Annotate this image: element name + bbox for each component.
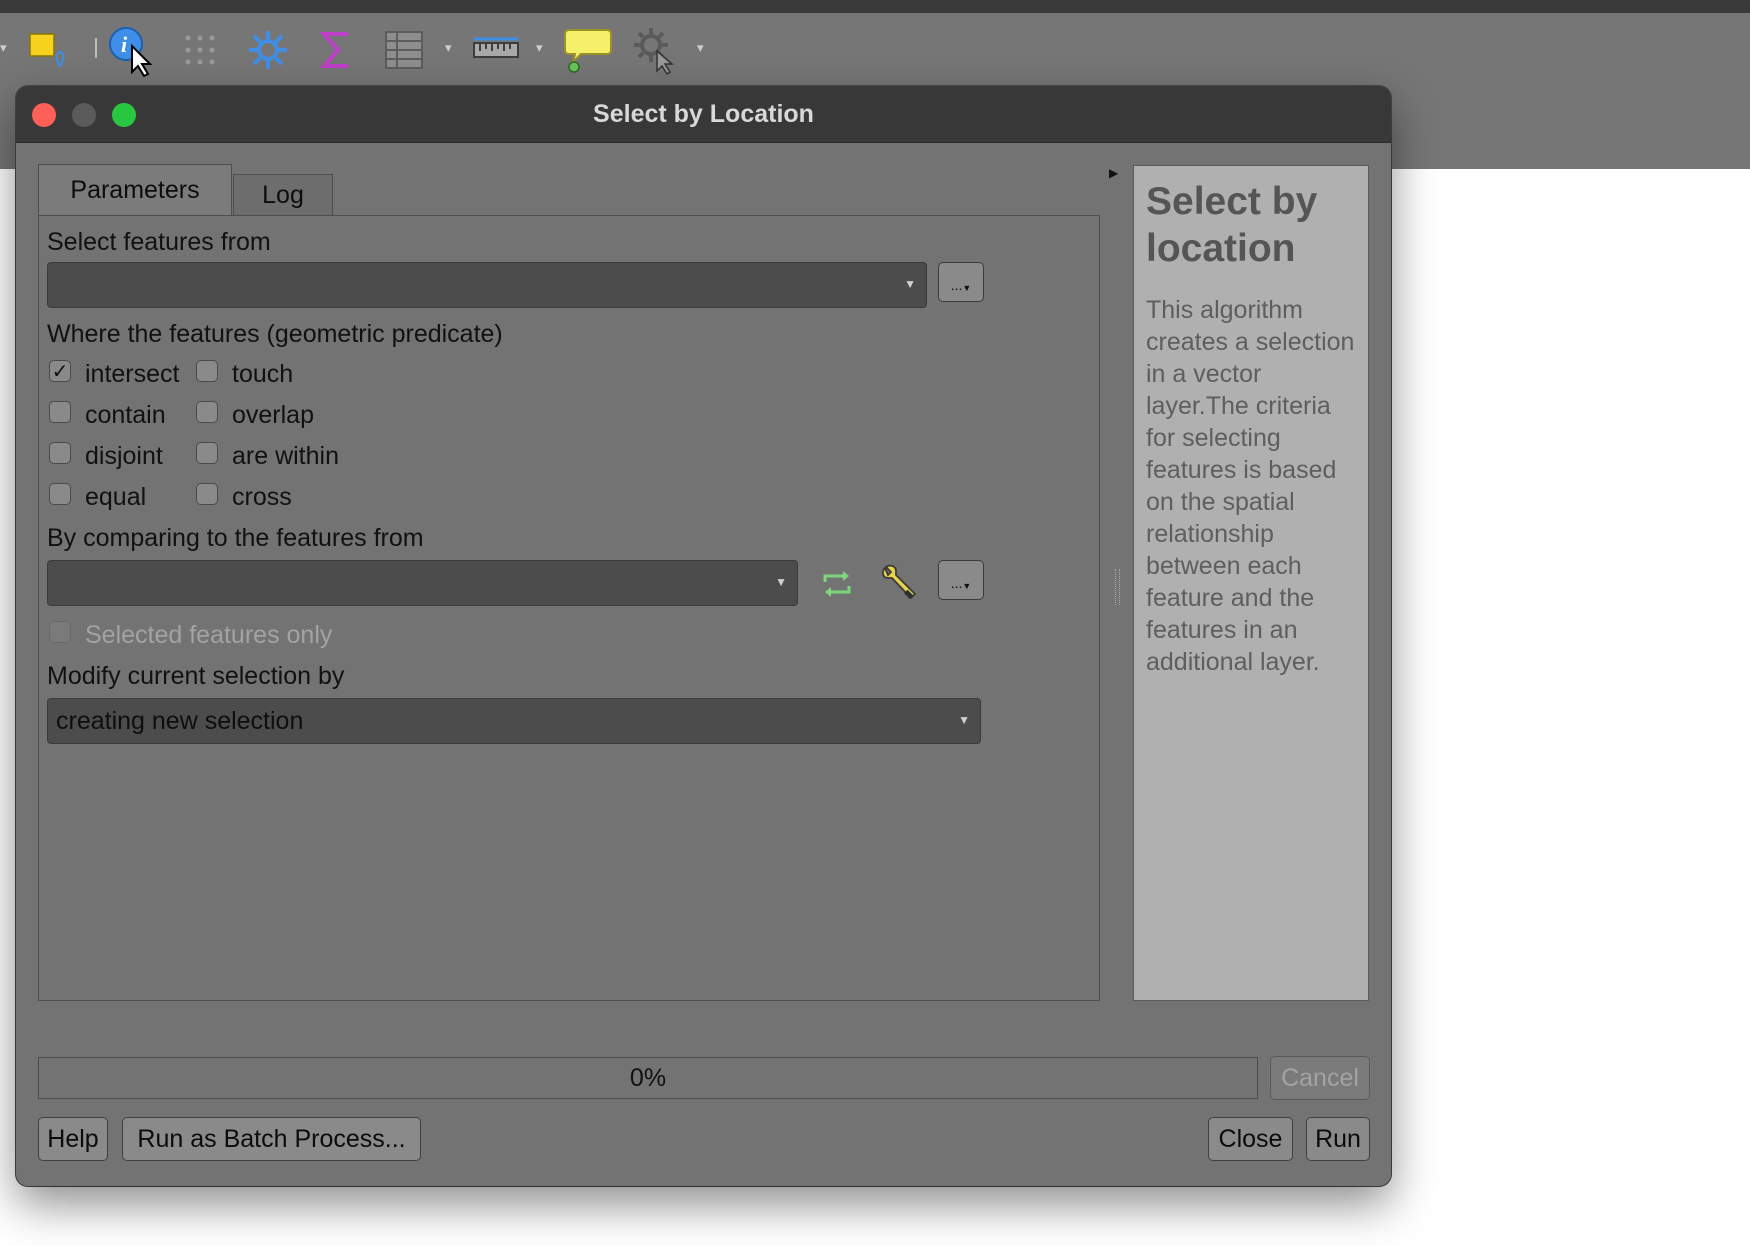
run-button[interactable]: Run [1306,1117,1370,1161]
predicate-label: Where the features (geometric predicate) [47,320,503,348]
tab-parameters[interactable]: Parameters [38,164,232,216]
contain-label: contain [85,401,166,429]
intersect-label: intersect [85,360,180,388]
select-by-location-dialog: Select by Location Log Parameters Select… [16,86,1391,1186]
refresh-icon[interactable] [817,564,857,604]
chevron-down-icon: ▼ [904,277,916,291]
action-icon[interactable] [630,22,682,78]
toolbar-dropdown-icon[interactable]: ▾ [0,40,7,56]
options-button-label: ... [950,277,963,293]
compare-options-button[interactable]: ... ▼ [938,560,984,600]
chevron-down-icon: ▼ [775,575,787,589]
action-dropdown-icon[interactable]: ▾ [697,40,704,56]
overlap-label: overlap [232,401,314,429]
touch-label: touch [232,360,294,388]
tab-log[interactable]: Log [233,174,333,216]
map-canvas-left [0,169,16,1246]
processing-settings-icon[interactable] [244,22,292,78]
contain-checkbox[interactable] [49,401,71,423]
toolbar-separator [95,38,97,58]
compare-label: By comparing to the features from [47,524,424,552]
svg-text:i: i [121,32,128,57]
statistics-icon[interactable] [312,22,360,78]
options-button-label: ... [950,575,963,591]
select-from-combobox[interactable]: ▼ [47,262,927,308]
measure-dropdown-icon[interactable]: ▾ [536,40,543,56]
open-table-icon[interactable] [380,22,428,78]
select-from-options-button[interactable]: ... ▼ [938,262,984,302]
help-button[interactable]: Help [38,1117,108,1161]
selected-only-checkbox[interactable] [49,621,71,643]
disjoint-label: disjoint [85,442,163,470]
intersect-checkbox[interactable]: ✓ [49,360,71,383]
identify-features-icon[interactable]: i [104,22,160,78]
select-from-label: Select features from [47,228,271,256]
parameters-panel: Select features from ▼ ... ▼ Where the fe… [38,215,1100,1001]
close-button[interactable]: Close [1208,1117,1293,1161]
collapse-help-icon[interactable]: ▶ [1109,166,1118,180]
splitter-handle[interactable] [1115,569,1120,605]
help-pane: Select by location This algorithm create… [1133,165,1369,1001]
select-features-icon[interactable] [22,22,74,78]
are-within-label: are within [232,442,339,470]
modify-selection-combobox[interactable]: creating new selection ▼ [47,698,981,744]
disjoint-checkbox[interactable] [49,442,71,464]
selected-only-label: Selected features only [85,621,333,649]
are-within-checkbox[interactable] [196,442,218,464]
table-dropdown-icon[interactable]: ▾ [445,40,452,56]
progress-bar: 0% [38,1057,1258,1099]
app-title-strip [0,0,1750,13]
compare-combobox[interactable]: ▼ [47,560,798,606]
wrench-icon[interactable] [877,562,921,606]
help-title: Select by location [1146,180,1318,270]
chevron-down-icon: ▼ [958,713,970,727]
map-tips-icon[interactable] [562,22,614,78]
modify-label: Modify current selection by [47,662,345,690]
cross-checkbox[interactable] [196,483,218,505]
help-text: This algorithm creates a selection in a … [1146,296,1355,676]
cancel-button[interactable]: Cancel [1270,1056,1370,1100]
overlap-checkbox[interactable] [196,401,218,423]
dialog-titlebar[interactable]: Select by Location [16,86,1391,143]
cross-label: cross [232,483,292,511]
modify-selection-value: creating new selection [56,707,304,735]
tab-log-label: Log [262,181,304,209]
equal-label: equal [85,483,147,511]
tab-parameters-label: Parameters [70,176,200,204]
progress-text: 0% [629,1063,667,1092]
point-grid-icon[interactable] [176,22,224,78]
run-as-batch-button[interactable]: Run as Batch Process... [122,1117,421,1161]
chevron-down-icon: ▼ [962,283,972,293]
equal-checkbox[interactable] [49,483,71,505]
measure-icon[interactable] [470,22,522,78]
touch-checkbox[interactable] [196,360,218,382]
dialog-title: Select by Location [593,100,814,128]
chevron-down-icon: ▼ [962,581,972,591]
